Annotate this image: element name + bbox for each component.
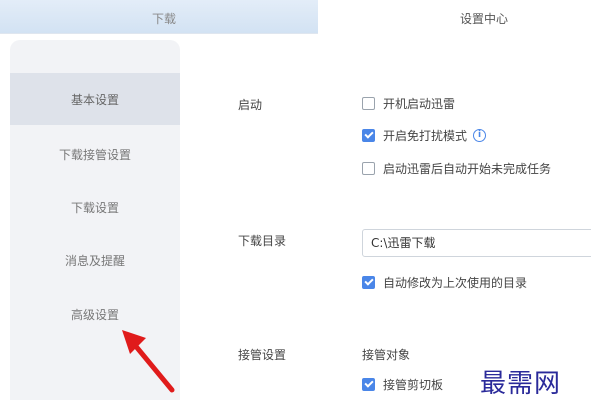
auto-modify-dir-label: 自动修改为上次使用的目录: [383, 276, 528, 290]
startup-section-label: 启动: [238, 98, 263, 112]
option-auto-modify-dir[interactable]: 自动修改为上次使用的目录: [362, 274, 527, 291]
takeover-clipboard-label: 接管剪切板: [383, 378, 444, 392]
download-dir-section-label: 下载目录: [238, 234, 287, 248]
site-watermark: 最需网: [480, 369, 562, 399]
auto-resume-checkbox[interactable]: [362, 162, 375, 175]
sidebar-item-download-settings[interactable]: 下载设置: [10, 181, 180, 233]
sidebar-item-basic-settings[interactable]: 基本设置: [10, 73, 180, 125]
tab-divider: [0, 33, 318, 34]
sidebar-item-label: 下载设置: [70, 200, 119, 215]
download-path-field[interactable]: C:\迅雷下载: [362, 229, 591, 257]
takeover-section-label: 接管设置: [238, 348, 287, 362]
auto-resume-label: 启动迅雷后自动开始未完成任务: [383, 162, 552, 176]
auto-modify-dir-checkbox[interactable]: [362, 276, 375, 289]
option-auto-resume-tasks[interactable]: 启动迅雷后自动开始未完成任务: [362, 160, 551, 177]
sidebar-item-messages-reminders[interactable]: 消息及提醒: [10, 234, 180, 286]
do-not-disturb-checkbox[interactable]: [362, 129, 375, 142]
do-not-disturb-label: 开启免打扰模式: [383, 129, 468, 143]
launch-on-boot-checkbox[interactable]: [362, 97, 375, 110]
info-icon[interactable]: i: [473, 129, 487, 142]
red-arrow-annotation: [122, 330, 175, 393]
option-launch-on-boot[interactable]: 开机启动迅雷: [362, 95, 455, 112]
takeover-object-label: 接管对象: [362, 348, 411, 362]
sidebar-item-label: 消息及提醒: [64, 253, 125, 268]
option-do-not-disturb[interactable]: 开启免打扰模式 i: [362, 127, 487, 144]
tab-settings-center-label[interactable]: 设置中心: [460, 10, 508, 27]
tab-download-label[interactable]: 下载: [152, 10, 176, 27]
sidebar-item-label: 下载接管设置: [58, 147, 131, 162]
tab-settings-center[interactable]: [318, 0, 591, 34]
sidebar-item-label: 基本设置: [70, 92, 119, 107]
sidebar-item-download-takeover[interactable]: 下载接管设置: [10, 128, 180, 180]
option-takeover-clipboard[interactable]: 接管剪切板: [362, 376, 443, 393]
tab-strip: 下载 设置中心: [0, 0, 591, 34]
takeover-clipboard-checkbox[interactable]: [362, 378, 375, 391]
launch-on-boot-label: 开机启动迅雷: [383, 97, 456, 111]
